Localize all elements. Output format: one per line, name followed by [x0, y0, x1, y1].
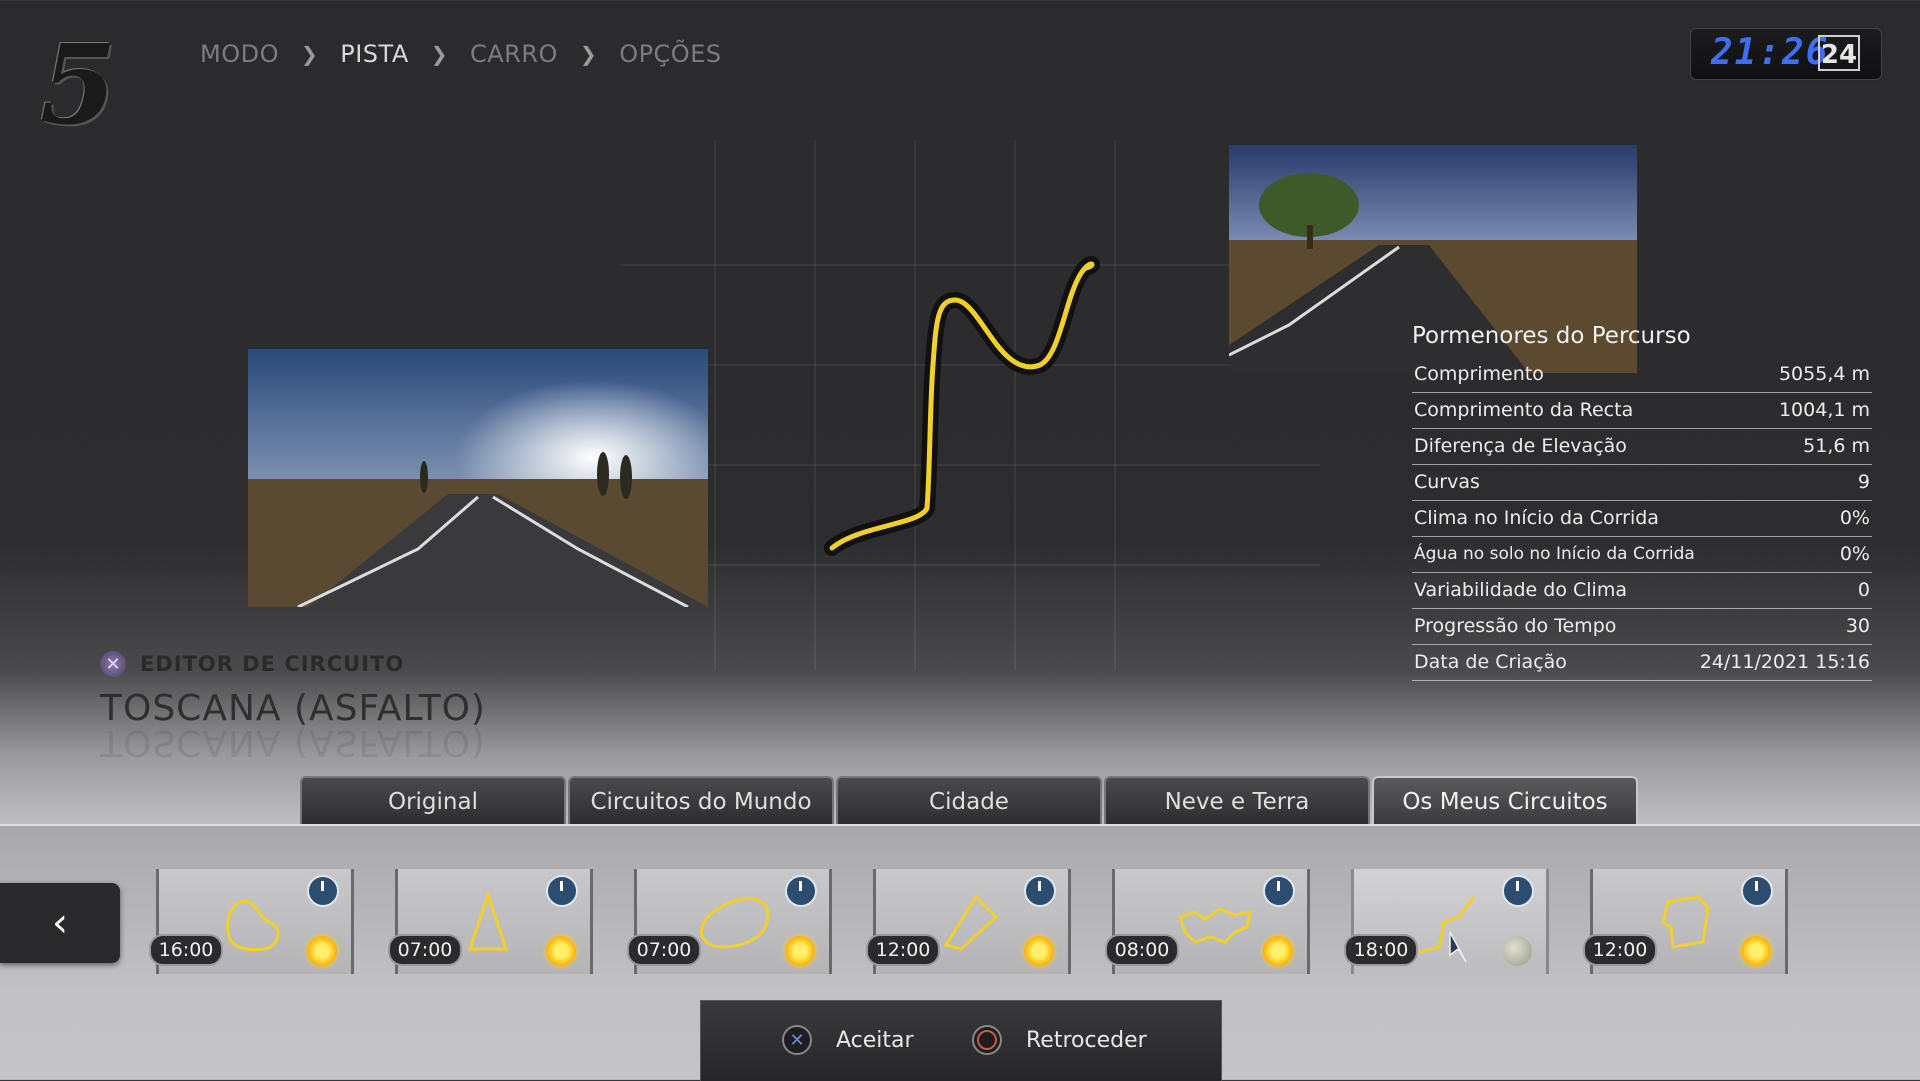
circuit-card[interactable]: 07:00 [388, 869, 593, 974]
moon-icon [1502, 936, 1532, 966]
circuit-shape-icon [226, 899, 280, 952]
track-details-panel: Pormenores do Percurso Comprimento 5055,4… [1412, 323, 1872, 681]
sun-icon [1741, 936, 1771, 966]
circuit-shape-icon [1178, 907, 1252, 944]
sun-icon [307, 936, 337, 966]
accept-button[interactable]: ✕ Aceitar [782, 1025, 914, 1055]
circle-button-icon [972, 1025, 1002, 1055]
circuit-shape-icon [1661, 895, 1710, 949]
detail-label: Progressão do Tempo [1414, 615, 1617, 637]
clock-icon [546, 875, 578, 907]
detail-row-straight: Comprimento da Recta 1004,1 m [1412, 393, 1872, 429]
circuit-shape-icon [467, 890, 509, 951]
detail-row-created: Data de Criação 24/11/2021 15:16 [1412, 645, 1872, 681]
circuit-time: 07:00 [388, 934, 462, 966]
cross-button-icon: ✕ [782, 1025, 812, 1055]
tab-neve-e-terra[interactable]: Neve e Terra [1104, 776, 1370, 826]
circuit-shape-icon [699, 897, 770, 949]
clock-icon [1741, 875, 1773, 907]
detail-label: Água no solo no Início da Corrida [1414, 544, 1695, 564]
circuit-card[interactable]: 07:00 [627, 869, 832, 974]
details-title: Pormenores do Percurso [1412, 323, 1691, 349]
clock-icon [307, 875, 339, 907]
sun-icon [546, 936, 576, 966]
detail-value: 0% [1839, 507, 1870, 529]
sun-icon [785, 936, 815, 966]
breadcrumb-item-modo[interactable]: MODO [200, 40, 279, 68]
breadcrumb-item-carro[interactable]: CARRO [470, 40, 558, 68]
circuit-shape-icon [943, 894, 999, 951]
breadcrumb-item-pista[interactable]: PISTA [340, 40, 409, 68]
circuit-shape-icon [1418, 896, 1476, 962]
breadcrumb: MODO ❯ PISTA ❯ CARRO ❯ OPÇÕES [200, 40, 722, 68]
circuit-card-selected[interactable]: 18:00 [1344, 869, 1549, 974]
detail-label: Comprimento [1414, 363, 1544, 385]
accept-label: Aceitar [836, 1027, 914, 1053]
clock-icon [1024, 875, 1056, 907]
track-name-reflection: TOSCANA (ASFALTO) [100, 722, 486, 763]
editor-label: EDITOR DE CIRCUITO [140, 652, 405, 676]
detail-row-time-progression: Progressão do Tempo 30 [1412, 609, 1872, 645]
circuit-card[interactable]: 12:00 [1583, 869, 1788, 974]
circuit-time: 16:00 [149, 934, 223, 966]
scroll-left-button[interactable]: ‹ [0, 883, 120, 963]
detail-label: Curvas [1414, 471, 1480, 493]
tab-original[interactable]: Original [300, 776, 566, 826]
tab-circuitos-do-mundo[interactable]: Circuitos do Mundo [568, 776, 834, 826]
detail-value: 24/11/2021 15:16 [1699, 651, 1870, 673]
sun-icon [1263, 936, 1293, 966]
detail-value: 5055,4 m [1778, 363, 1870, 385]
track-map [620, 140, 1320, 670]
category-tabs: Original Circuitos do Mundo Cidade Neve … [300, 776, 1640, 826]
clock-display: 21:26 24 [1690, 28, 1882, 80]
detail-row-water: Água no solo no Início da Corrida 0% [1412, 537, 1872, 573]
detail-label: Diferença de Elevação [1414, 435, 1627, 457]
detail-row-elevation: Diferença de Elevação 51,6 m [1412, 429, 1872, 465]
circuit-time: 08:00 [1105, 934, 1179, 966]
circuit-time: 12:00 [866, 934, 940, 966]
game-logo: 5 [40, 20, 117, 149]
detail-value: 0 [1857, 579, 1870, 601]
detail-value: 51,6 m [1803, 435, 1870, 457]
detail-value: 1004,1 m [1778, 399, 1870, 421]
tab-os-meus-circuitos[interactable]: Os Meus Circuitos [1372, 776, 1638, 826]
clock-time: 21:26 [1711, 32, 1830, 73]
detail-label: Variabilidade do Clima [1414, 579, 1627, 601]
cross-button-icon: ✕ [100, 651, 126, 677]
circuit-card[interactable]: 12:00 [866, 869, 1071, 974]
circuit-time: 18:00 [1344, 934, 1418, 966]
track-shadow [824, 256, 1101, 556]
sun-icon [1024, 936, 1054, 966]
chevron-right-icon: ❯ [300, 42, 319, 66]
circuit-card[interactable]: 08:00 [1105, 869, 1310, 974]
editor-label-row: ✕ EDITOR DE CIRCUITO [100, 651, 404, 677]
detail-label: Comprimento da Recta [1414, 399, 1634, 421]
clock-icon [785, 875, 817, 907]
circuit-card[interactable]: 16:00 [149, 869, 354, 974]
detail-row-length: Comprimento 5055,4 m [1412, 357, 1872, 393]
detail-row-weather: Clima no Início da Corrida 0% [1412, 501, 1872, 537]
tab-cidade[interactable]: Cidade [836, 776, 1102, 826]
detail-row-corners: Curvas 9 [1412, 465, 1872, 501]
clock-day: 24 [1818, 35, 1860, 71]
back-button[interactable]: Retroceder [972, 1025, 1147, 1055]
detail-value: 9 [1857, 471, 1870, 493]
detail-label: Data de Criação [1414, 651, 1567, 673]
detail-label: Clima no Início da Corrida [1414, 507, 1659, 529]
circuit-time: 12:00 [1583, 934, 1657, 966]
clock-icon [1263, 875, 1295, 907]
detail-row-variability: Variabilidade do Clima 0 [1412, 573, 1872, 609]
chevron-right-icon: ❯ [579, 42, 598, 66]
chevron-right-icon: ❯ [430, 42, 448, 66]
breadcrumb-item-opcoes[interactable]: OPÇÕES [619, 40, 721, 68]
clock-icon [1502, 875, 1534, 907]
detail-value: 30 [1845, 615, 1870, 637]
back-label: Retroceder [1026, 1027, 1147, 1053]
track-preview-image [248, 349, 708, 607]
detail-value: 0% [1839, 543, 1870, 565]
circuit-time: 07:00 [627, 934, 701, 966]
